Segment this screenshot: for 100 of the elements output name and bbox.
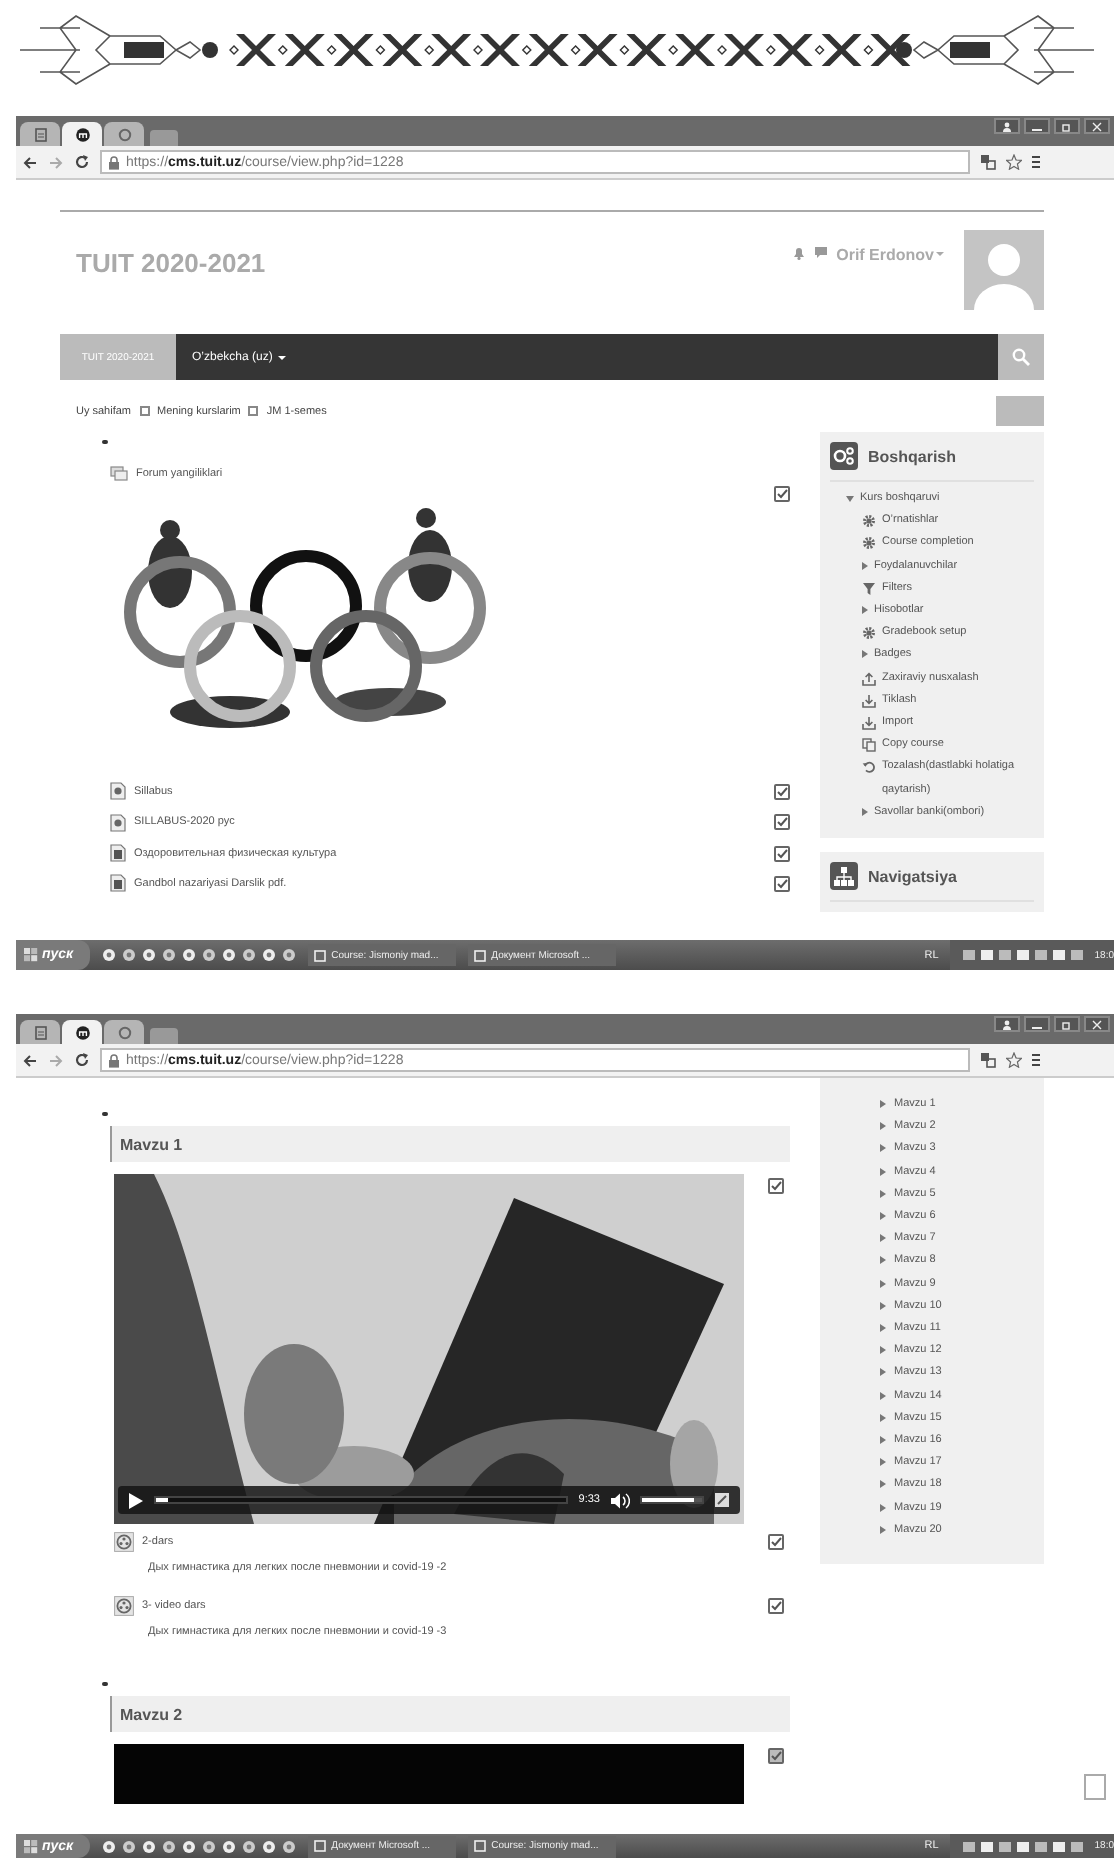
bullet-icon bbox=[102, 439, 107, 445]
caret-icon bbox=[880, 1122, 886, 1131]
upload-icon bbox=[862, 671, 876, 686]
forum-icon bbox=[110, 465, 128, 482]
caret-icon bbox=[880, 1436, 886, 1445]
user-button[interactable] bbox=[994, 1016, 1020, 1032]
page-icon bbox=[33, 127, 47, 141]
caret-icon bbox=[880, 1144, 886, 1153]
chat-icon[interactable] bbox=[814, 246, 829, 260]
separator-icon bbox=[248, 406, 259, 416]
page-icon bbox=[33, 1025, 47, 1039]
back-arrow-icon[interactable] bbox=[22, 155, 38, 169]
completion-checkbox[interactable] bbox=[768, 1598, 784, 1614]
window-icon bbox=[313, 949, 326, 961]
minimize-button[interactable] bbox=[1024, 1016, 1050, 1032]
checkbox[interactable] bbox=[1084, 1774, 1106, 1800]
reload-icon[interactable] bbox=[74, 154, 90, 170]
document-icon bbox=[110, 874, 126, 893]
star-icon[interactable] bbox=[1006, 154, 1022, 170]
maximize-button[interactable] bbox=[1054, 118, 1080, 134]
restore-icon bbox=[1062, 121, 1072, 131]
menu-icon[interactable] bbox=[1032, 1052, 1040, 1068]
reload-icon[interactable] bbox=[74, 1052, 90, 1068]
sitemap-icon bbox=[830, 862, 858, 891]
completion-checkbox[interactable] bbox=[768, 1178, 784, 1194]
fullscreen-icon[interactable] bbox=[714, 1492, 730, 1508]
download-icon bbox=[862, 716, 876, 731]
file-icon bbox=[110, 813, 126, 832]
gear-icon bbox=[862, 626, 876, 641]
close-button[interactable] bbox=[1084, 118, 1110, 134]
translate-icon[interactable] bbox=[980, 154, 996, 170]
file-icon bbox=[110, 782, 126, 801]
ring-icon bbox=[117, 127, 131, 141]
completion-checkbox[interactable] bbox=[768, 1534, 784, 1550]
block-title: Boshqarish bbox=[868, 447, 957, 465]
film-reel-icon bbox=[114, 1596, 134, 1616]
translate-icon[interactable] bbox=[980, 1052, 996, 1068]
user-button[interactable] bbox=[994, 118, 1020, 134]
separator-icon bbox=[139, 406, 150, 416]
caret-icon bbox=[880, 1100, 886, 1108]
site-title: TUIT 2020-2021 bbox=[76, 248, 266, 278]
caret-icon bbox=[880, 1368, 886, 1377]
copy-icon bbox=[862, 738, 876, 753]
bullet-icon bbox=[102, 1681, 107, 1687]
caret-icon bbox=[880, 1413, 886, 1422]
site-icon bbox=[75, 1025, 89, 1039]
user-icon bbox=[1002, 121, 1012, 131]
document-icon bbox=[110, 844, 126, 863]
avatar-icon bbox=[964, 230, 1044, 310]
section-title: Mavzu 2 bbox=[120, 1705, 183, 1723]
lock-icon bbox=[108, 1053, 120, 1067]
caret-icon bbox=[880, 1189, 886, 1198]
volume-icon[interactable] bbox=[610, 1491, 630, 1509]
minimize-button[interactable] bbox=[1024, 118, 1050, 134]
menu-icon[interactable] bbox=[1032, 154, 1040, 170]
ring-icon bbox=[117, 1025, 131, 1039]
block-title: Navigatsiya bbox=[868, 867, 957, 886]
caret-icon bbox=[880, 1301, 886, 1310]
caret-icon bbox=[880, 1391, 886, 1400]
completion-checkbox[interactable] bbox=[774, 875, 790, 892]
section-title: Mavzu 1 bbox=[120, 1135, 183, 1153]
caret-icon bbox=[880, 1279, 886, 1288]
restore-icon bbox=[1062, 1019, 1072, 1029]
progress-track[interactable] bbox=[154, 1496, 569, 1504]
filter-icon bbox=[862, 581, 876, 596]
caret-icon bbox=[880, 1346, 886, 1355]
lock-icon bbox=[108, 155, 120, 169]
volume-track[interactable] bbox=[640, 1496, 704, 1504]
play-icon[interactable] bbox=[128, 1491, 144, 1509]
browser-tab[interactable] bbox=[62, 122, 102, 146]
window-icon bbox=[313, 1840, 326, 1852]
windows-logo-icon bbox=[24, 948, 38, 962]
close-button[interactable] bbox=[1084, 1016, 1110, 1032]
caret-icon bbox=[880, 1212, 886, 1221]
star-icon[interactable] bbox=[1006, 1052, 1022, 1068]
window-icon bbox=[473, 949, 486, 961]
maximize-button[interactable] bbox=[1054, 1016, 1080, 1032]
completion-checkbox[interactable] bbox=[774, 486, 790, 503]
completion-checkbox[interactable] bbox=[774, 845, 790, 862]
bullet-icon bbox=[102, 1111, 107, 1117]
gears-icon bbox=[830, 442, 858, 470]
caret-icon bbox=[880, 1256, 886, 1265]
close-icon bbox=[1092, 1019, 1102, 1029]
caret-icon bbox=[880, 1458, 886, 1467]
download-icon bbox=[862, 693, 876, 708]
browser-tab[interactable] bbox=[62, 1020, 102, 1044]
caret-icon bbox=[880, 1324, 886, 1333]
caret-icon bbox=[880, 1167, 886, 1176]
site-icon bbox=[75, 127, 89, 141]
close-icon bbox=[1092, 121, 1102, 131]
windows-logo-icon bbox=[24, 1839, 38, 1853]
window-icon bbox=[473, 1840, 486, 1852]
completion-checkbox[interactable] bbox=[774, 814, 790, 831]
caret-icon bbox=[880, 1480, 886, 1489]
back-arrow-icon[interactable] bbox=[22, 1053, 38, 1067]
caret-icon bbox=[880, 1525, 886, 1534]
bell-icon[interactable] bbox=[792, 246, 807, 260]
completion-checkbox[interactable] bbox=[768, 1748, 784, 1764]
completion-checkbox[interactable] bbox=[774, 783, 790, 800]
search-icon bbox=[1012, 348, 1030, 366]
